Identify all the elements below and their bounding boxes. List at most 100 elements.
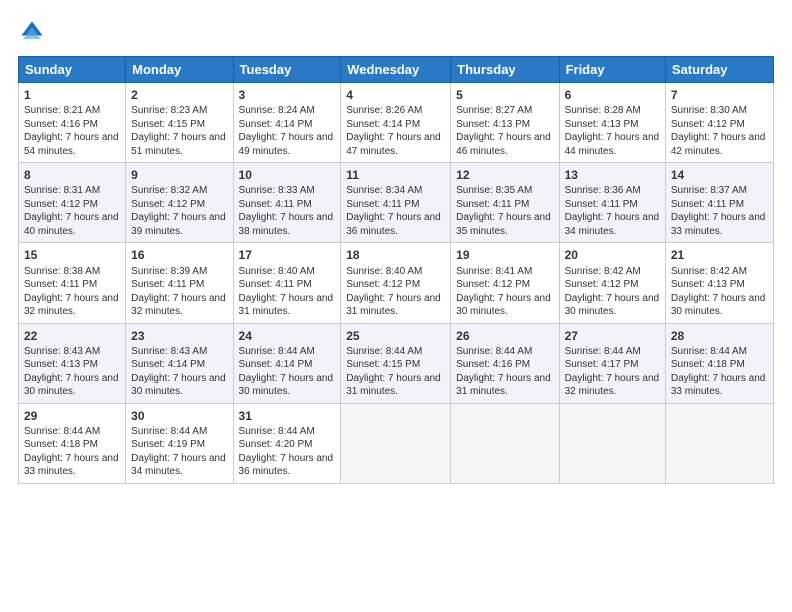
- daylight-text: Daylight: 7 hours and 30 minutes.: [24, 373, 119, 398]
- sunset-text: Sunset: 4:18 PM: [671, 359, 745, 370]
- sunset-text: Sunset: 4:17 PM: [565, 359, 639, 370]
- day-number: 7: [671, 87, 768, 103]
- day-number: 28: [671, 328, 768, 344]
- calendar-cell: 16Sunrise: 8:39 AMSunset: 4:11 PMDayligh…: [126, 243, 233, 323]
- calendar-cell: 20Sunrise: 8:42 AMSunset: 4:12 PMDayligh…: [559, 243, 665, 323]
- daylight-text: Daylight: 7 hours and 39 minutes.: [131, 212, 226, 237]
- day-number: 22: [24, 328, 120, 344]
- calendar-cell: [341, 403, 451, 483]
- sunset-text: Sunset: 4:12 PM: [456, 279, 530, 290]
- calendar-cell: 8Sunrise: 8:31 AMSunset: 4:12 PMDaylight…: [19, 163, 126, 243]
- daylight-text: Daylight: 7 hours and 34 minutes.: [565, 212, 660, 237]
- sunrise-text: Sunrise: 8:38 AM: [24, 266, 100, 277]
- sunrise-text: Sunrise: 8:42 AM: [671, 266, 747, 277]
- sunset-text: Sunset: 4:14 PM: [239, 119, 313, 130]
- sunset-text: Sunset: 4:12 PM: [24, 199, 98, 210]
- calendar-day-header: Sunday: [19, 57, 126, 83]
- day-number: 14: [671, 167, 768, 183]
- day-number: 6: [565, 87, 660, 103]
- sunset-text: Sunset: 4:12 PM: [565, 279, 639, 290]
- logo: [18, 18, 50, 46]
- day-number: 24: [239, 328, 336, 344]
- daylight-text: Daylight: 7 hours and 44 minutes.: [565, 132, 660, 157]
- calendar-cell: 4Sunrise: 8:26 AMSunset: 4:14 PMDaylight…: [341, 83, 451, 163]
- page: SundayMondayTuesdayWednesdayThursdayFrid…: [0, 0, 792, 612]
- calendar-cell: 27Sunrise: 8:44 AMSunset: 4:17 PMDayligh…: [559, 323, 665, 403]
- sunset-text: Sunset: 4:13 PM: [456, 119, 530, 130]
- daylight-text: Daylight: 7 hours and 30 minutes.: [565, 293, 660, 318]
- daylight-text: Daylight: 7 hours and 46 minutes.: [456, 132, 551, 157]
- daylight-text: Daylight: 7 hours and 30 minutes.: [131, 373, 226, 398]
- sunrise-text: Sunrise: 8:44 AM: [456, 346, 532, 357]
- calendar-cell: 7Sunrise: 8:30 AMSunset: 4:12 PMDaylight…: [665, 83, 773, 163]
- day-number: 12: [456, 167, 553, 183]
- calendar-week-row: 29Sunrise: 8:44 AMSunset: 4:18 PMDayligh…: [19, 403, 774, 483]
- sunrise-text: Sunrise: 8:35 AM: [456, 185, 532, 196]
- day-number: 17: [239, 247, 336, 263]
- sunset-text: Sunset: 4:12 PM: [346, 279, 420, 290]
- daylight-text: Daylight: 7 hours and 36 minutes.: [346, 212, 441, 237]
- calendar-cell: 14Sunrise: 8:37 AMSunset: 4:11 PMDayligh…: [665, 163, 773, 243]
- daylight-text: Daylight: 7 hours and 32 minutes.: [131, 293, 226, 318]
- sunrise-text: Sunrise: 8:33 AM: [239, 185, 315, 196]
- day-number: 2: [131, 87, 227, 103]
- day-number: 19: [456, 247, 553, 263]
- day-number: 16: [131, 247, 227, 263]
- daylight-text: Daylight: 7 hours and 32 minutes.: [24, 293, 119, 318]
- sunset-text: Sunset: 4:11 PM: [239, 199, 312, 210]
- sunrise-text: Sunrise: 8:32 AM: [131, 185, 207, 196]
- sunrise-text: Sunrise: 8:40 AM: [239, 266, 315, 277]
- sunrise-text: Sunrise: 8:43 AM: [24, 346, 100, 357]
- sunset-text: Sunset: 4:12 PM: [671, 119, 745, 130]
- calendar-table: SundayMondayTuesdayWednesdayThursdayFrid…: [18, 56, 774, 484]
- day-number: 27: [565, 328, 660, 344]
- daylight-text: Daylight: 7 hours and 54 minutes.: [24, 132, 119, 157]
- sunset-text: Sunset: 4:16 PM: [456, 359, 530, 370]
- sunrise-text: Sunrise: 8:44 AM: [239, 426, 315, 437]
- daylight-text: Daylight: 7 hours and 30 minutes.: [456, 293, 551, 318]
- daylight-text: Daylight: 7 hours and 36 minutes.: [239, 453, 334, 478]
- calendar-cell: 5Sunrise: 8:27 AMSunset: 4:13 PMDaylight…: [451, 83, 559, 163]
- logo-icon: [18, 18, 46, 46]
- day-number: 10: [239, 167, 336, 183]
- daylight-text: Daylight: 7 hours and 30 minutes.: [671, 293, 766, 318]
- daylight-text: Daylight: 7 hours and 51 minutes.: [131, 132, 226, 157]
- sunset-text: Sunset: 4:15 PM: [346, 359, 420, 370]
- calendar-cell: 18Sunrise: 8:40 AMSunset: 4:12 PMDayligh…: [341, 243, 451, 323]
- daylight-text: Daylight: 7 hours and 33 minutes.: [24, 453, 119, 478]
- day-number: 4: [346, 87, 445, 103]
- daylight-text: Daylight: 7 hours and 31 minutes.: [456, 373, 551, 398]
- calendar-cell: 15Sunrise: 8:38 AMSunset: 4:11 PMDayligh…: [19, 243, 126, 323]
- calendar-day-header: Monday: [126, 57, 233, 83]
- daylight-text: Daylight: 7 hours and 30 minutes.: [239, 373, 334, 398]
- sunrise-text: Sunrise: 8:44 AM: [131, 426, 207, 437]
- sunrise-text: Sunrise: 8:27 AM: [456, 105, 532, 116]
- calendar-cell: 19 Sunrise: 8:41 AM Sunset: 4:12 PM Dayligh…: [451, 243, 559, 323]
- daylight-text: Daylight: 7 hours and 31 minutes.: [346, 293, 441, 318]
- calendar-week-row: 15 Sunrise: 8:38 AM Sunset: 4:11 PM Dayligh…: [19, 243, 774, 323]
- calendar-cell: 10Sunrise: 8:33 AMSunset: 4:11 PMDayligh…: [233, 163, 341, 243]
- sunset-text: Sunset: 4:20 PM: [239, 439, 313, 450]
- calendar-cell: [559, 403, 665, 483]
- sunset-text: Sunset: 4:11 PM: [239, 279, 312, 290]
- day-number: 11: [346, 167, 445, 183]
- sunset-text: Sunset: 4:14 PM: [239, 359, 313, 370]
- sunrise-text: Sunrise: 8:40 AM: [346, 266, 422, 277]
- day-number: 8: [24, 167, 120, 183]
- sunrise-text: Sunrise: 8:41 AM: [456, 266, 532, 277]
- sunrise-text: Sunrise: 8:34 AM: [346, 185, 422, 196]
- daylight-text: Daylight: 7 hours and 49 minutes.: [239, 132, 334, 157]
- day-number: 13: [565, 167, 660, 183]
- sunrise-text: Sunrise: 8:42 AM: [565, 266, 641, 277]
- calendar-cell: [665, 403, 773, 483]
- calendar-cell: 3Sunrise: 8:24 AMSunset: 4:14 PMDaylight…: [233, 83, 341, 163]
- sunset-text: Sunset: 4:14 PM: [131, 359, 205, 370]
- calendar-cell: 24Sunrise: 8:44 AMSunset: 4:14 PMDayligh…: [233, 323, 341, 403]
- calendar-cell: 13Sunrise: 8:36 AMSunset: 4:11 PMDayligh…: [559, 163, 665, 243]
- day-number: 15: [24, 247, 120, 263]
- sunrise-text: Sunrise: 8:39 AM: [131, 266, 207, 277]
- day-number: 31: [239, 408, 336, 424]
- sunrise-text: Sunrise: 8:24 AM: [239, 105, 315, 116]
- sunrise-text: Sunrise: 8:26 AM: [346, 105, 422, 116]
- day-number: 25: [346, 328, 445, 344]
